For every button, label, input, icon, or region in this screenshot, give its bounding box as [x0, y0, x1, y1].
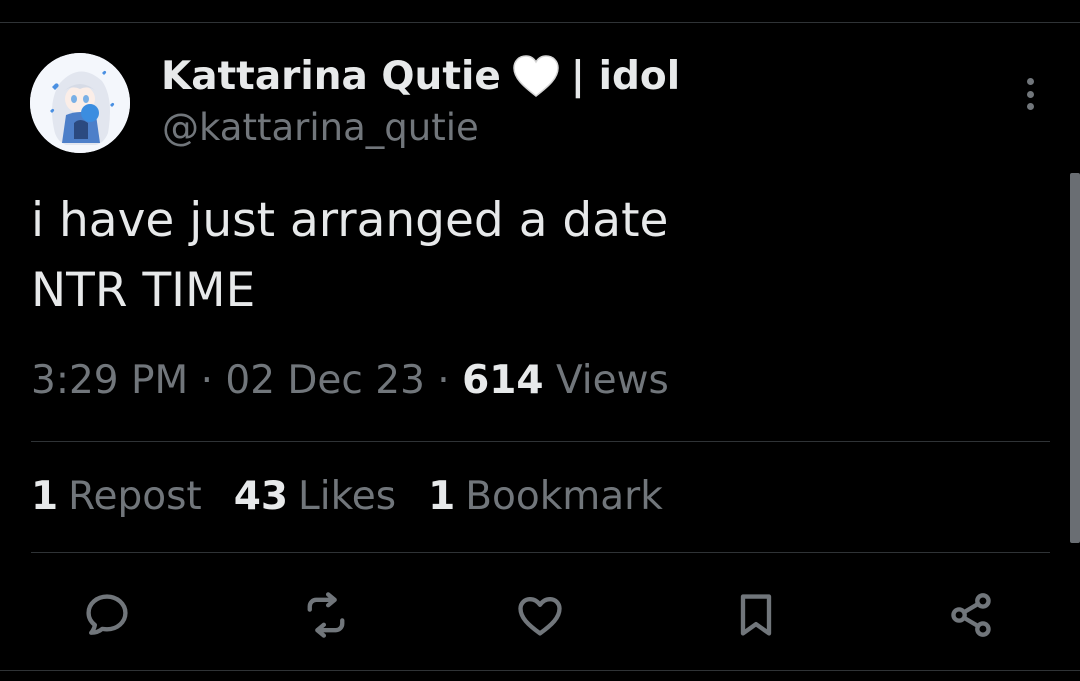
- meta-separator: ·: [437, 358, 450, 403]
- tweet-time[interactable]: 3:29 PM: [31, 358, 188, 403]
- user-handle[interactable]: @kattarina_qutie: [162, 106, 479, 149]
- share-icon: [951, 593, 991, 637]
- scrollbar[interactable]: [1070, 173, 1080, 543]
- divider: [31, 441, 1050, 442]
- reposts-stat[interactable]: 1 Repost: [31, 474, 202, 519]
- display-name-suffix: | idol: [570, 53, 681, 99]
- display-name[interactable]: Kattarina Qutie | idol: [161, 52, 680, 100]
- meta-separator: ·: [200, 358, 213, 403]
- white-heart-icon: [511, 53, 561, 99]
- display-name-text: Kattarina Qutie: [161, 53, 501, 99]
- bookmarks-stat[interactable]: 1 Bookmark: [428, 474, 663, 519]
- bottom-divider: [0, 670, 1080, 671]
- like-heart-icon: [518, 597, 562, 636]
- likes-count: 43: [233, 474, 288, 519]
- bookmark-button[interactable]: [726, 585, 786, 645]
- views-label: Views: [555, 358, 669, 403]
- views-count: 614: [462, 358, 544, 403]
- top-divider: [0, 22, 1080, 23]
- retweet-icon: [307, 592, 345, 638]
- engagement-stats: 1 Repost 43 Likes 1 Bookmark: [31, 474, 663, 519]
- avatar[interactable]: [30, 53, 130, 153]
- tweet-text: i have just arranged a date NTR TIME: [31, 186, 668, 326]
- bookmark-icon: [740, 594, 772, 636]
- tweet-date[interactable]: 02 Dec 23: [225, 358, 425, 403]
- like-button[interactable]: [510, 585, 570, 645]
- more-options-button[interactable]: [1012, 72, 1048, 116]
- bookmarks-label: Bookmark: [465, 474, 663, 519]
- likes-label: Likes: [298, 474, 397, 519]
- tweet-line: i have just arranged a date: [31, 193, 669, 248]
- tweet-line: NTR TIME: [31, 263, 256, 318]
- tweet-meta: 3:29 PM · 02 Dec 23 · 614 Views: [31, 358, 669, 403]
- more-dot-icon: [1026, 78, 1034, 85]
- action-bar: [0, 585, 1080, 645]
- bookmarks-count: 1: [428, 474, 456, 519]
- anime-avatar-icon: [30, 53, 130, 153]
- more-dot-icon: [1026, 90, 1034, 98]
- reposts-count: 1: [31, 474, 59, 519]
- reposts-label: Repost: [68, 474, 202, 519]
- share-button[interactable]: [941, 585, 1001, 645]
- retweet-button[interactable]: [296, 585, 356, 645]
- likes-stat[interactable]: 43 Likes: [234, 474, 396, 519]
- reply-icon: [86, 594, 128, 635]
- more-dot-icon: [1026, 103, 1034, 110]
- divider: [31, 552, 1050, 553]
- reply-button[interactable]: [77, 585, 137, 645]
